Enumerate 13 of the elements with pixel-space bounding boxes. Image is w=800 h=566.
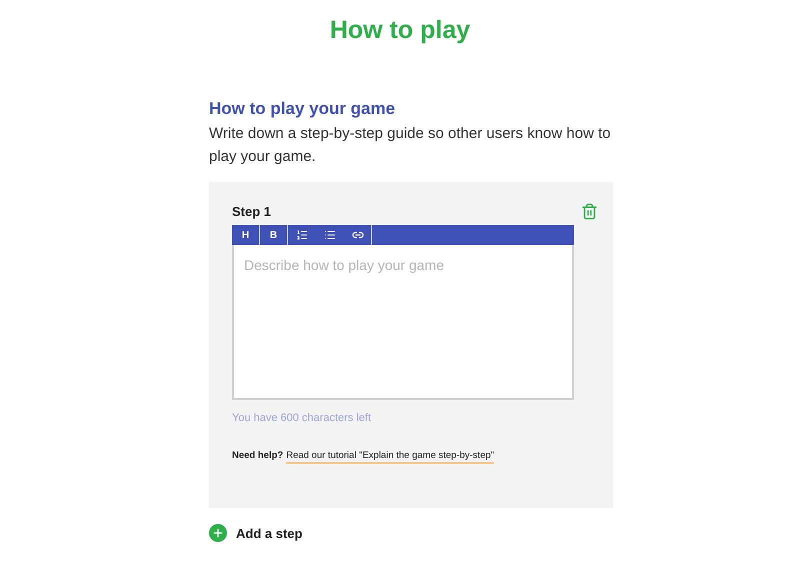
- help-label: Need help?: [232, 448, 284, 462]
- plus-icon: [209, 524, 227, 542]
- step-label: Step 1: [232, 202, 272, 221]
- character-counter: You have 600 characters left: [232, 411, 372, 426]
- delete-button[interactable]: [581, 202, 598, 220]
- add-step-button[interactable]: Add a step: [209, 524, 613, 543]
- step-text-area[interactable]: Describe how to play your game: [232, 245, 574, 400]
- link-icon: [352, 229, 364, 241]
- numbered-list-icon: [296, 229, 308, 241]
- page-title: How to play: [330, 15, 470, 46]
- tutorial-link[interactable]: Read our tutorial "Explain the game step-by-step": [286, 448, 494, 464]
- section-description: Write down a step-by-step guide so other users know how to play your game.: [209, 124, 612, 166]
- section-heading: How to play your game: [209, 98, 396, 120]
